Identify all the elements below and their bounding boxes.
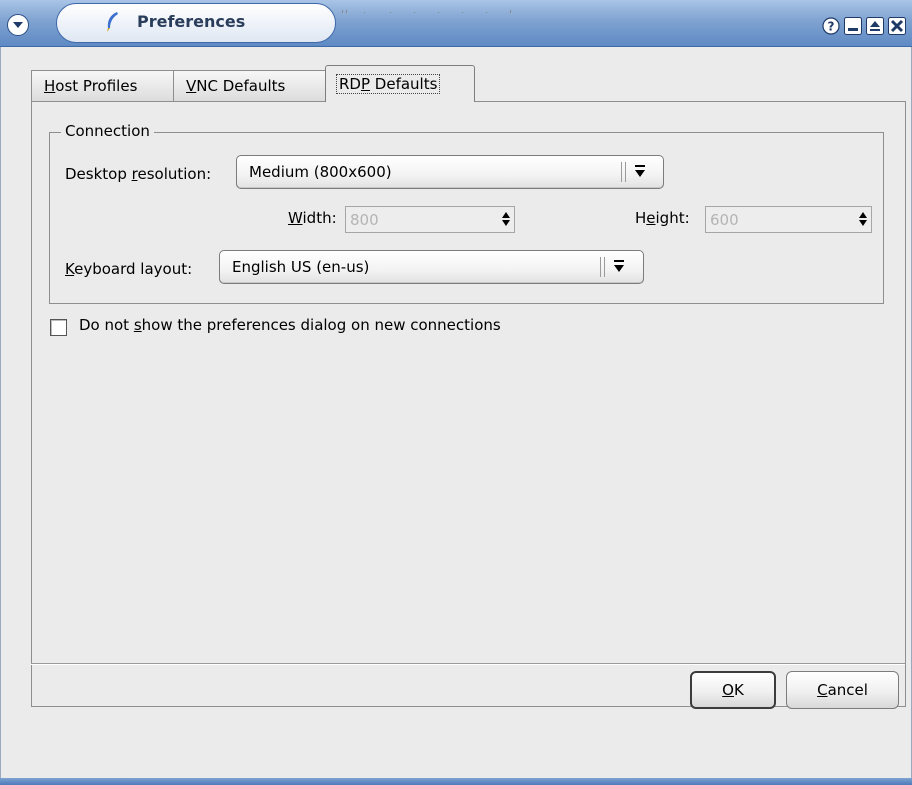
close-icon[interactable]	[886, 15, 907, 36]
chevron-down-icon	[633, 164, 647, 184]
desktop-resolution-value: Medium (800x600)	[249, 163, 392, 181]
cancel-button-label: Cancel	[817, 681, 868, 699]
desktop-resolution-combo[interactable]: Medium (800x600)	[236, 155, 664, 189]
maximize-icon[interactable]	[864, 15, 885, 36]
ok-button[interactable]: OK	[690, 671, 776, 709]
combo-separator	[621, 162, 626, 182]
help-icon[interactable]: ?	[820, 15, 841, 36]
window-title: Preferences	[137, 12, 246, 31]
no-preferences-checkbox[interactable]	[50, 319, 67, 336]
window-bottom-border	[0, 778, 912, 785]
up-down-arrows-icon[interactable]	[857, 210, 869, 232]
height-spinbox[interactable]: 600	[705, 206, 872, 233]
no-preferences-checkbox-label[interactable]: Do not show the preferences dialog on ne…	[79, 316, 501, 334]
width-spinbox[interactable]: 800	[345, 206, 515, 233]
width-value: 800	[350, 211, 379, 229]
minimize-icon[interactable]	[842, 15, 863, 36]
combo-separator	[600, 257, 605, 277]
tab-vnc-defaults[interactable]: VNC Defaults	[173, 70, 326, 101]
height-label: Height:	[635, 209, 690, 227]
tab-label: Host Profiles	[44, 77, 138, 95]
title-bar[interactable]: Preferences ?	[0, 0, 912, 47]
tab-label: VNC Defaults	[186, 77, 286, 95]
keyboard-layout-combo[interactable]: English US (en-us)	[219, 250, 644, 284]
up-down-arrows-icon[interactable]	[500, 210, 512, 232]
desktop-resolution-label: Desktop resolution:	[65, 165, 212, 183]
connection-legend: Connection	[61, 122, 154, 140]
tab-rdp-defaults[interactable]: RDP Defaults	[325, 65, 475, 102]
keyboard-layout-label: Keyboard layout:	[65, 260, 193, 278]
tab-host-profiles[interactable]: Host Profiles	[31, 70, 174, 101]
rdp-defaults-panel: Connection Desktop resolution: Medium (8…	[31, 101, 906, 707]
svg-text:?: ?	[827, 19, 834, 33]
height-value: 600	[710, 211, 739, 229]
title-drag-dots	[340, 2, 520, 13]
button-separator	[31, 663, 905, 665]
chevron-down-icon	[612, 259, 626, 279]
tab-label: RDP Defaults	[336, 74, 441, 94]
connection-group: Connection Desktop resolution: Medium (8…	[49, 122, 884, 304]
width-label: Width:	[288, 209, 337, 227]
cancel-button[interactable]: Cancel	[786, 671, 899, 709]
ok-button-label: OK	[722, 681, 744, 699]
pencil-feather-icon	[104, 11, 120, 37]
preferences-dialog: Host Profiles VNC Defaults RDP Defaults …	[0, 47, 912, 780]
keyboard-layout-value: English US (en-us)	[232, 258, 370, 276]
chevron-down-circle-icon[interactable]	[7, 14, 29, 36]
